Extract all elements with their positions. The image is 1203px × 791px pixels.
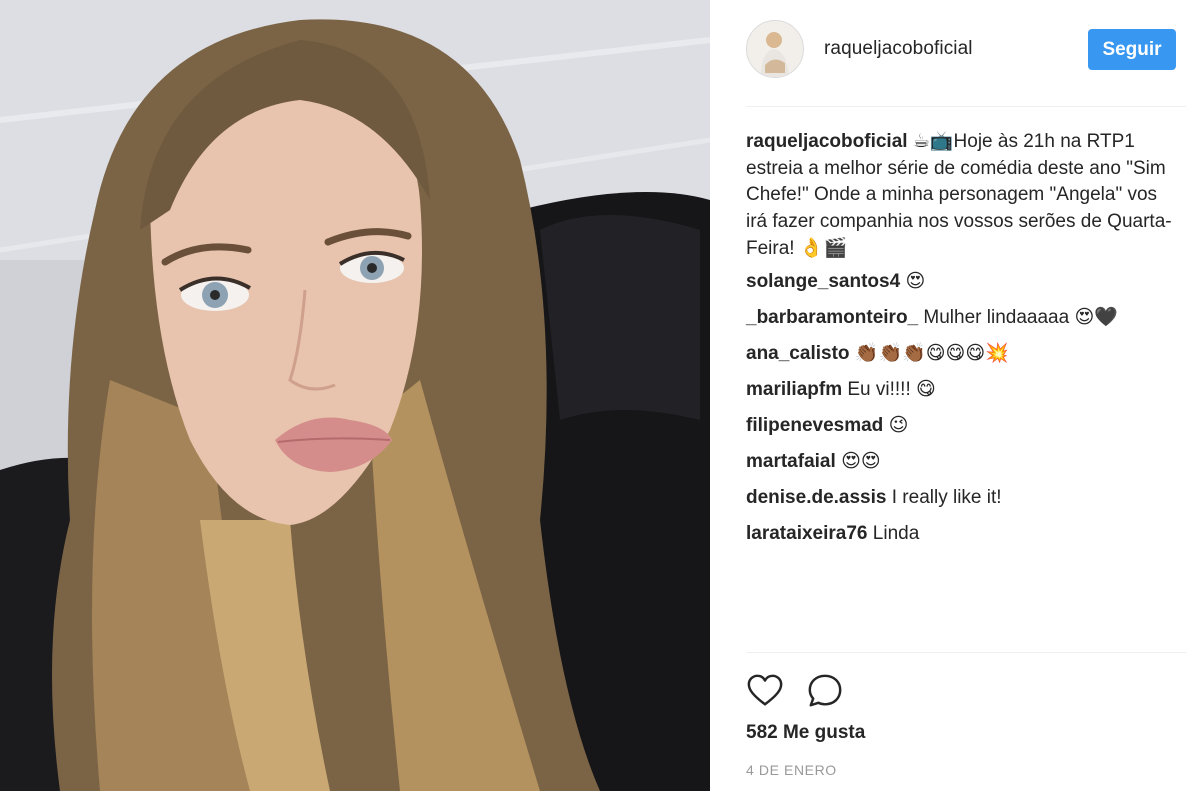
caption-emoji-lead: ☕📺 — [912, 130, 954, 152]
post-actions — [746, 672, 946, 712]
post-date[interactable]: 4 DE ENERO — [746, 762, 837, 778]
post-header: raqueljacoboficial Seguir — [746, 20, 1186, 80]
comment-text: 👏🏾👏🏾👏🏾😋😋😋💥 — [854, 342, 1009, 364]
author-username[interactable]: raqueljacoboficial — [824, 38, 973, 60]
comment-item: ana_calisto 👏🏾👏🏾👏🏾😋😋😋💥 — [746, 341, 1176, 367]
comment-text: Eu vi!!!! 😋 — [847, 378, 936, 400]
comment-username[interactable]: larataixeira76 — [746, 523, 868, 544]
comment-item: larataixeira76 Linda — [746, 521, 1176, 547]
comment-username[interactable]: ana_calisto — [746, 343, 850, 364]
likes-count[interactable]: 582 Me gusta — [746, 722, 865, 744]
comment-text: I really like it! — [891, 486, 1002, 508]
follow-button[interactable]: Seguir — [1088, 29, 1176, 70]
comment-item: filipenevesmad 😉 — [746, 413, 1176, 439]
comment-item: _barbaramonteiro_ Mulher lindaaaaa 😍🖤 — [746, 305, 1176, 331]
comment-item: denise.de.assis I really like it! — [746, 485, 1176, 511]
post-caption: raqueljacoboficial ☕📺Hoje às 21h na RTP1… — [746, 128, 1176, 263]
comment-item: solange_santos4 😍 — [746, 269, 1176, 295]
comment-text: 😍😍 — [841, 450, 881, 472]
post-details-panel: raqueljacoboficial Seguir raqueljacobofi… — [710, 0, 1203, 791]
comments-list: raqueljacoboficial ☕📺Hoje às 21h na RTP1… — [746, 128, 1176, 557]
comment-username[interactable]: _barbaramonteiro_ — [746, 307, 918, 328]
divider — [746, 652, 1186, 653]
heart-icon[interactable] — [746, 672, 784, 710]
caption-username[interactable]: raqueljacoboficial — [746, 131, 908, 152]
author-avatar[interactable] — [746, 20, 804, 78]
comment-text: 😍 — [905, 270, 926, 292]
comment-username[interactable]: martafaial — [746, 451, 836, 472]
divider — [746, 106, 1186, 107]
avatar-image — [747, 21, 803, 77]
comment-text: Mulher lindaaaaa 😍🖤 — [923, 306, 1118, 328]
comment-username[interactable]: filipenevesmad — [746, 415, 883, 436]
comment-username[interactable]: mariliapfm — [746, 379, 842, 400]
comment-username[interactable]: denise.de.assis — [746, 487, 886, 508]
caption-emoji-tail: 👌🎬 — [799, 237, 848, 259]
comment-username[interactable]: solange_santos4 — [746, 271, 900, 292]
comment-item: mariliapfm Eu vi!!!! 😋 — [746, 377, 1176, 403]
comment-text: Linda — [872, 522, 920, 544]
speech-bubble-icon[interactable] — [806, 672, 844, 710]
comment-text: 😉 — [888, 414, 909, 436]
post-photo[interactable] — [0, 0, 710, 791]
selfie-photo — [0, 0, 710, 791]
comment-item: martafaial 😍😍 — [746, 449, 1176, 475]
